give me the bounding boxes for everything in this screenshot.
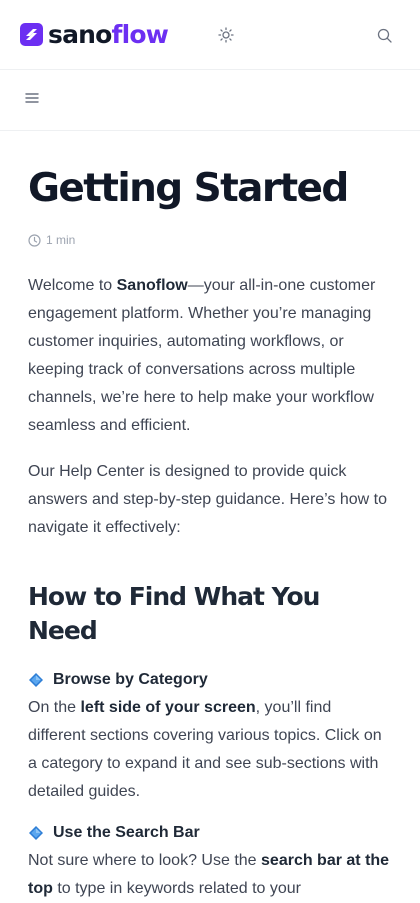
sub-navigation-bar [0,70,420,131]
intro-brand: Sanoflow [116,277,188,294]
top-header: sanoflow [0,0,420,70]
item-body-browse-text-1: On the [28,699,81,716]
hamburger-menu-icon [25,92,39,104]
item-title-browse-label: Browse by Category [53,671,208,688]
item-title-search-label: Use the Search Bar [53,824,200,841]
clock-icon [28,233,46,247]
item-body-search-text-1: Not sure where to look? Use the [28,852,262,869]
intro-text-1: Welcome to [28,277,117,294]
logo-mark-icon [20,23,43,46]
blue-diamond-icon [28,672,44,688]
section-heading: How to Find What You Need [28,582,320,645]
search-icon [377,28,392,43]
sanoflow-logo[interactable]: sanoflow [20,20,169,49]
help-center-paragraph: Our Help Center is designed to provide q… [28,463,388,536]
blue-diamond-icon [28,825,44,841]
intro-paragraph: Welcome to Sanoflow—your all-in-one cust… [28,272,392,440]
intro-text-2: —your all-in-one customer engagement pla… [28,277,376,434]
logo-wordmark: sanoflow [48,20,169,49]
page-title: Getting Started [28,166,349,211]
read-time-label: 1 min [46,233,76,247]
menu-button[interactable] [24,90,40,106]
item-body-search: Not sure where to look? Use the search b… [28,847,392,903]
item-body-browse: On the left side of your screen, you’ll … [28,694,392,806]
sun-icon [218,27,234,43]
item-title-search: Use the Search Bar [28,823,392,843]
logo-wordmark-part2: flow [111,20,169,49]
article-content: Getting Started 1 min Welcome to Sanoflo… [28,131,392,903]
theme-toggle-button[interactable] [216,25,236,45]
item-body-browse-strong: left side of your screen [80,699,256,716]
logo-wordmark-part1: sano [48,20,112,49]
item-title-browse: Browse by Category [28,670,392,690]
read-time: 1 min [28,233,392,247]
search-button[interactable] [375,26,393,44]
item-body-search-text-2: to type in keywords related to your [52,880,301,897]
